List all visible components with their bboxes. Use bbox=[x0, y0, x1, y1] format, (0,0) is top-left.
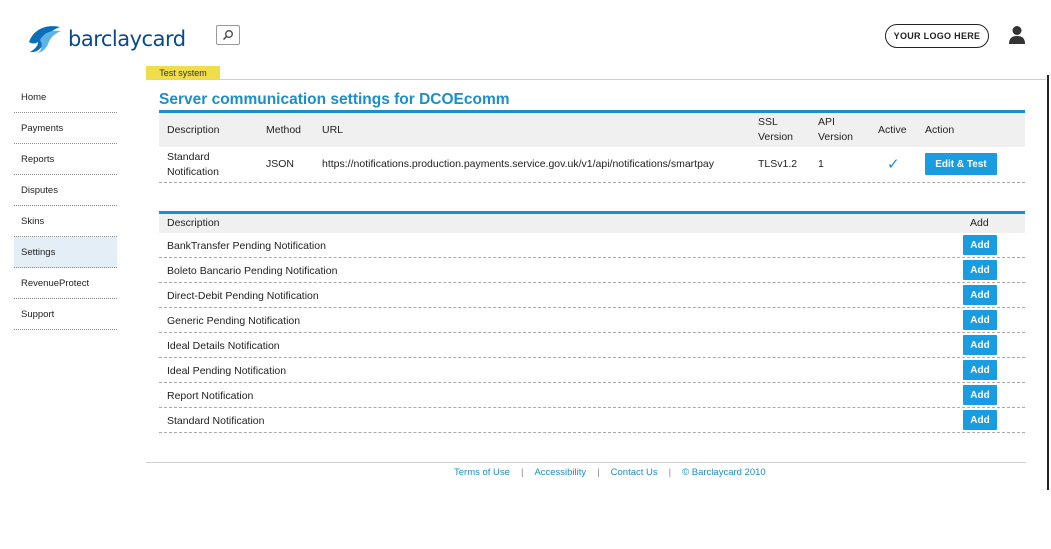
brand-name: barclaycard bbox=[68, 27, 186, 51]
row-method: JSON bbox=[266, 158, 295, 170]
row-url: https://notifications.production.payment… bbox=[322, 158, 715, 170]
search-icon bbox=[222, 30, 233, 41]
header-ssl-line1: SSL bbox=[758, 116, 778, 128]
copyright-text: © Barclaycard 2010 bbox=[682, 467, 766, 478]
page-right-border bbox=[1047, 75, 1049, 490]
notification-description: Generic Pending Notification bbox=[167, 314, 301, 327]
add-report-notification-button[interactable]: Add bbox=[963, 385, 997, 405]
sidebar-item-label: Skins bbox=[21, 215, 45, 227]
list-item: Ideal Details Notification Add bbox=[159, 333, 1025, 358]
table-row: Standard Notification JSON https://notif… bbox=[159, 147, 1025, 183]
table1-header: Description Method URL SSL Version API V… bbox=[159, 113, 1025, 147]
notification-description: Standard Notification bbox=[167, 414, 265, 427]
row-description-line1: Standard bbox=[167, 150, 210, 163]
table2-header: Description Add bbox=[159, 214, 1025, 233]
footer-separator: | bbox=[668, 467, 672, 478]
list-item: Ideal Pending Notification Add bbox=[159, 358, 1025, 383]
notification-description: BankTransfer Pending Notification bbox=[167, 239, 326, 252]
header-description: Description bbox=[167, 123, 220, 136]
add-direct-debit-pending-button[interactable]: Add bbox=[963, 285, 997, 305]
checkmark-icon: ✓ bbox=[887, 156, 900, 173]
test-system-badge: Test system bbox=[146, 66, 220, 79]
row-description: Standard Notification bbox=[167, 147, 219, 182]
footer-separator: | bbox=[597, 467, 600, 478]
header-action: Action bbox=[925, 123, 955, 136]
sidebar-item-settings[interactable]: Settings bbox=[14, 237, 117, 268]
row-ssl-version: TLSv1.2 bbox=[758, 158, 798, 170]
your-logo-placeholder: YOUR LOGO HERE bbox=[885, 24, 989, 48]
list-item: Report Notification Add bbox=[159, 383, 1025, 408]
accessibility-link[interactable]: Accessibility bbox=[534, 467, 586, 478]
edit-and-test-button[interactable]: Edit & Test bbox=[925, 153, 997, 175]
sidebar-item-label: Reports bbox=[21, 153, 55, 165]
list-item: Generic Pending Notification Add bbox=[159, 308, 1025, 333]
sidebar-item-payments[interactable]: Payments bbox=[14, 113, 117, 144]
page-title: Server communication settings for DCOEco… bbox=[159, 91, 510, 108]
list-item: Standard Notification Add bbox=[159, 408, 1025, 433]
sidebar-item-label: Settings bbox=[21, 246, 56, 258]
notification-description: Ideal Details Notification bbox=[167, 339, 280, 352]
header-active: Active bbox=[878, 123, 907, 136]
notification-description: Boleto Bancario Pending Notification bbox=[167, 264, 338, 277]
search-button[interactable] bbox=[216, 25, 240, 45]
header-api-version: API Version bbox=[818, 113, 853, 147]
content-top-divider bbox=[146, 79, 1046, 80]
sidebar-item-label: Home bbox=[21, 91, 47, 103]
footer-divider bbox=[146, 462, 1026, 463]
header-method: Method bbox=[266, 123, 302, 136]
sidebar-item-reports[interactable]: Reports bbox=[14, 144, 117, 175]
add-ideal-pending-button[interactable]: Add bbox=[963, 360, 997, 380]
sidebar-item-skins[interactable]: Skins bbox=[14, 206, 117, 237]
sidebar-item-label: Disputes bbox=[21, 184, 58, 196]
notification-description: Direct-Debit Pending Notification bbox=[167, 289, 319, 302]
list-item: Direct-Debit Pending Notification Add bbox=[159, 283, 1025, 308]
header-add: Add bbox=[970, 217, 989, 229]
add-boleto-bancario-pending-button[interactable]: Add bbox=[963, 260, 997, 280]
header-ssl-version: SSL Version bbox=[758, 113, 793, 147]
user-icon[interactable] bbox=[1008, 25, 1026, 45]
contact-us-link[interactable]: Contact Us bbox=[611, 467, 658, 478]
header-api-line1: API bbox=[818, 116, 835, 128]
sidebar-item-label: Payments bbox=[21, 122, 64, 134]
sidebar-nav: Home Payments Reports Disputes Skins Set… bbox=[14, 82, 117, 330]
header-description: Description bbox=[167, 217, 220, 229]
sidebar-item-disputes[interactable]: Disputes bbox=[14, 175, 117, 206]
list-item: BankTransfer Pending Notification Add bbox=[159, 233, 1025, 258]
barclaycard-eagle-icon bbox=[29, 26, 61, 53]
sidebar-item-home[interactable]: Home bbox=[14, 82, 117, 113]
footer-separator: | bbox=[520, 467, 524, 478]
row-api-version: 1 bbox=[818, 158, 824, 170]
footer: Terms of Use | Accessibility | Contact U… bbox=[454, 467, 766, 478]
add-generic-pending-button[interactable]: Add bbox=[963, 310, 997, 330]
sidebar-item-label: RevenueProtect bbox=[21, 277, 90, 289]
barclaycard-logo[interactable]: barclaycard bbox=[26, 22, 186, 56]
add-banktransfer-pending-button[interactable]: Add bbox=[963, 235, 997, 255]
sidebar-item-support[interactable]: Support bbox=[14, 299, 117, 330]
row-description-line2: Notification bbox=[167, 165, 219, 178]
header-ssl-line2: Version bbox=[758, 131, 794, 143]
header-url: URL bbox=[322, 123, 344, 136]
sidebar-item-revenueprotect[interactable]: RevenueProtect bbox=[14, 268, 117, 299]
list-item: Boleto Bancario Pending Notification Add bbox=[159, 258, 1025, 283]
add-standard-notification-button[interactable]: Add bbox=[963, 410, 997, 430]
header-api-line2: Version bbox=[818, 131, 854, 143]
terms-of-use-link[interactable]: Terms of Use bbox=[454, 467, 510, 478]
notification-description: Ideal Pending Notification bbox=[167, 364, 287, 377]
notification-description: Report Notification bbox=[167, 389, 254, 402]
sidebar-item-label: Support bbox=[21, 308, 55, 320]
add-ideal-details-button[interactable]: Add bbox=[963, 335, 997, 355]
